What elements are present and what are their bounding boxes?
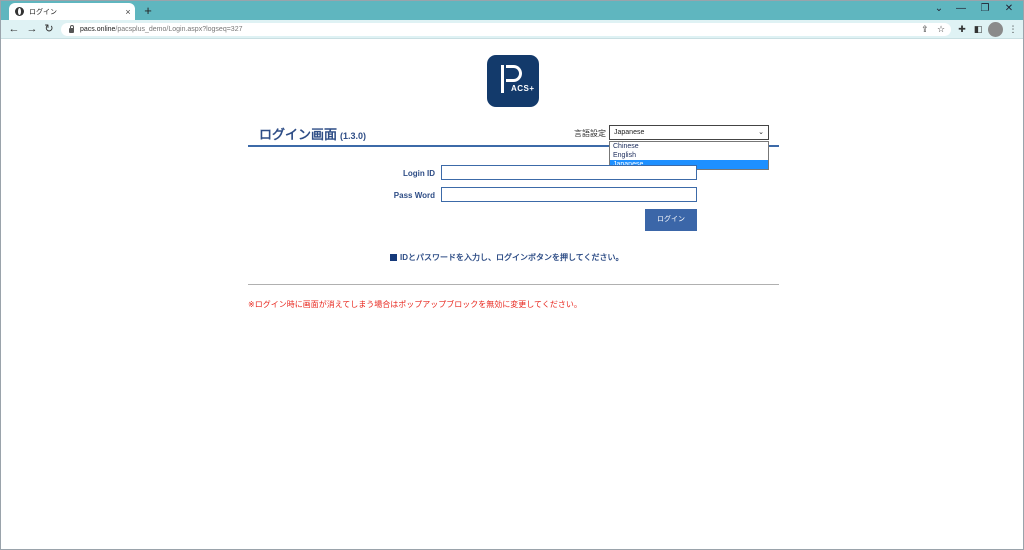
instruction-notice: IDとパスワードを入力し、ログインボタンを押してください。	[390, 252, 624, 263]
url-host: pacs.online	[80, 26, 116, 33]
popup-warning: ※ログイン時に画面が消えてしまう場合はポップアップブロックを無効に変更してくださ…	[248, 300, 582, 309]
language-selected-value: Japanese	[614, 129, 645, 136]
globe-icon	[15, 7, 24, 16]
browser-menu-icon[interactable]: ⋮	[1007, 22, 1019, 36]
new-tab-icon[interactable]: +	[141, 3, 155, 18]
logo-text: ACS+	[511, 84, 535, 93]
language-option-chinese[interactable]: Chinese	[610, 142, 768, 151]
restore-icon[interactable]: ❐	[974, 2, 996, 16]
password-label: Pass Word	[393, 191, 435, 200]
window-close-icon[interactable]: ✕	[998, 2, 1020, 16]
instruction-text: IDとパスワードを入力し、ログインボタンを押してください。	[400, 253, 624, 262]
language-option-english[interactable]: English	[610, 151, 768, 160]
version-label: (1.3.0)	[340, 131, 367, 141]
page-title-text: ログイン画面	[259, 127, 338, 142]
language-select[interactable]: Japanese ⌄	[609, 125, 769, 140]
bookmark-star-icon[interactable]: ☆	[935, 22, 947, 36]
minimize-icon[interactable]: —	[950, 2, 972, 16]
forward-icon[interactable]: →	[25, 21, 39, 37]
chevron-down-icon: ⌄	[758, 129, 764, 136]
back-icon[interactable]: ←	[7, 21, 21, 37]
url-path: /pacsplus_demo/Login.aspx?logseq=327	[115, 26, 243, 33]
pacs-logo: ACS+	[487, 55, 539, 107]
extensions-icon[interactable]: ✚	[956, 22, 968, 36]
page-title: ログイン画面 (1.3.0)	[259, 124, 366, 143]
section-divider	[248, 284, 779, 285]
login-id-label: Login ID	[403, 169, 435, 178]
address-bar[interactable]: pacs.online/pacsplus_demo/Login.aspx?log…	[61, 23, 951, 36]
language-label: 言語設定	[574, 129, 606, 138]
login-button[interactable]: ログイン	[645, 209, 697, 231]
browser-window: ログイン × + ⌄ — ❐ ✕ ← → ↻ pacs.online/pacsp…	[0, 0, 1024, 550]
profile-avatar[interactable]	[988, 22, 1003, 37]
tab-close-icon[interactable]: ×	[121, 7, 135, 17]
tab-title: ログイン	[29, 8, 57, 16]
password-input[interactable]	[441, 187, 697, 202]
square-bullet-icon	[390, 254, 397, 261]
tab-strip: ログイン × + ⌄ — ❐ ✕	[1, 1, 1023, 20]
reload-icon[interactable]: ↻	[42, 21, 56, 37]
share-icon[interactable]: ⇪	[919, 22, 931, 36]
side-panel-icon[interactable]: ◧	[972, 22, 984, 36]
tab-list-icon[interactable]: ⌄	[928, 2, 950, 16]
browser-tab[interactable]: ログイン ×	[9, 3, 135, 20]
browser-toolbar: ← → ↻ pacs.online/pacsplus_demo/Login.as…	[1, 20, 1023, 39]
login-id-input[interactable]	[441, 165, 697, 180]
lock-icon[interactable]	[69, 25, 74, 33]
